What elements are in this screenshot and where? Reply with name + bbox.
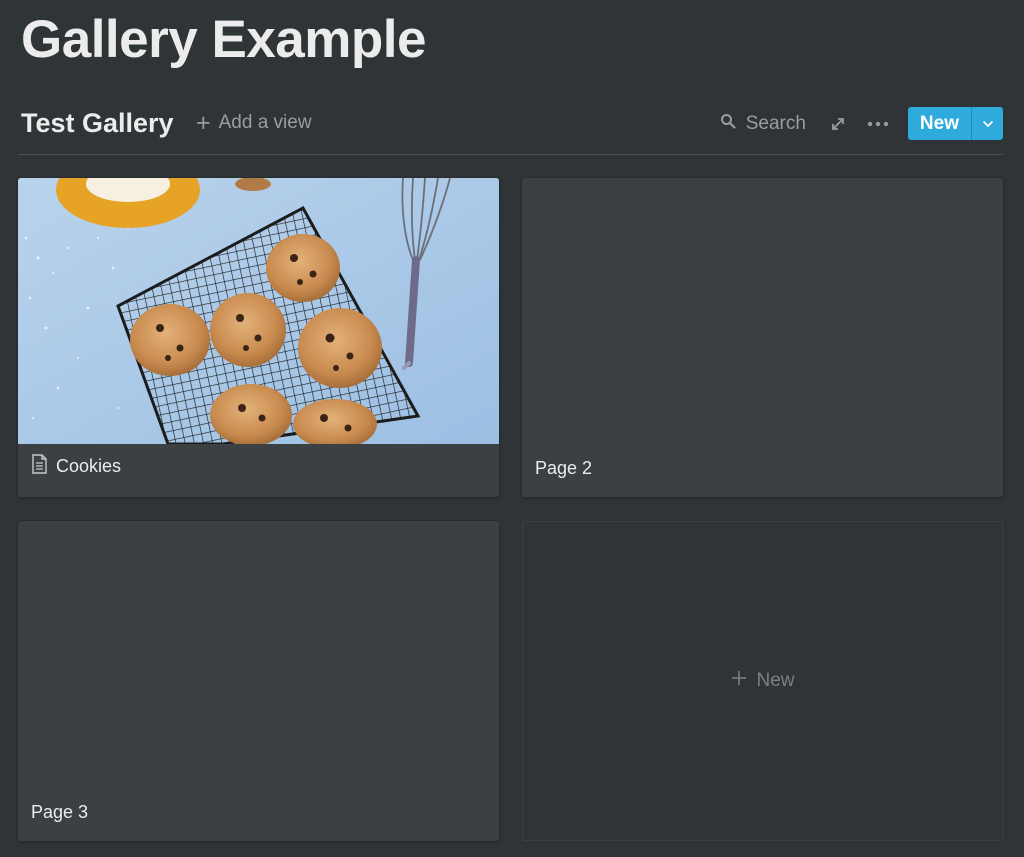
new-button-group: New [907, 107, 1003, 140]
search-button[interactable]: Search [720, 113, 806, 135]
card-cover-image [18, 178, 499, 444]
gallery-card-cookies[interactable]: Cookies [18, 178, 499, 497]
database-header: Test Gallery + Add a view Search New [18, 100, 1003, 150]
new-card-label-group: New [730, 669, 795, 693]
notion-page: Gallery Example Test Gallery + Add a vie… [0, 0, 1024, 857]
new-button[interactable]: New [907, 107, 971, 140]
plus-icon: + [196, 109, 211, 137]
gallery-card-page-3[interactable]: Page 3 [18, 521, 499, 841]
new-card-label: New [756, 670, 795, 691]
card-title-label: Page 2 [535, 458, 593, 478]
new-dropdown-button[interactable] [972, 107, 1003, 140]
page-icon [31, 454, 48, 479]
database-title[interactable]: Test Gallery [21, 106, 174, 140]
add-view-button[interactable]: + Add a view [196, 110, 312, 136]
card-title-label: Page 3 [31, 802, 89, 822]
header-divider [18, 154, 1003, 155]
search-icon [720, 113, 736, 135]
card-title-page-2: Page 2 [535, 458, 592, 479]
search-label: Search [745, 112, 806, 134]
chevron-down-icon [982, 115, 994, 133]
card-title-label: Cookies [56, 456, 122, 476]
plus-icon [730, 669, 748, 693]
expand-icon[interactable] [828, 116, 848, 132]
new-card-button[interactable]: New [522, 521, 1003, 841]
page-title: Gallery Example [21, 10, 426, 69]
more-icon[interactable] [866, 121, 890, 127]
gallery-card-page-2[interactable]: Page 2 [522, 178, 1003, 497]
database-toolbar: Search New [720, 107, 1003, 140]
card-title-page-3: Page 3 [31, 802, 88, 823]
add-view-label: Add a view [218, 112, 312, 133]
card-title-cookies: Cookies [31, 454, 121, 479]
